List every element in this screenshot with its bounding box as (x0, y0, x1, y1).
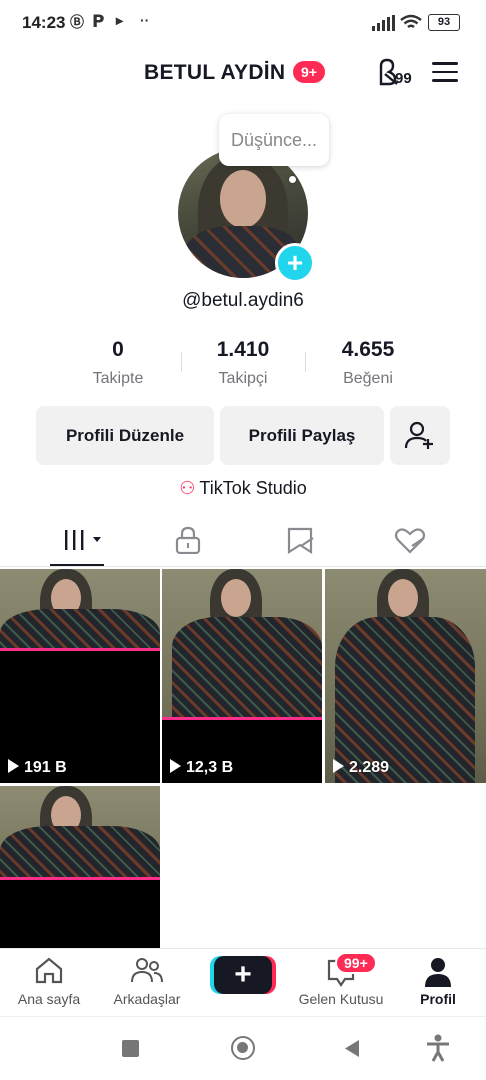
p-icon: 𝗣 (92, 12, 105, 31)
signal-icon (372, 15, 395, 31)
profile-handle: @betul.aydin6 (182, 290, 304, 311)
following-label[interactable]: Takipte (68, 370, 168, 388)
nav-friends-label: Arkadaşlar (113, 991, 181, 1007)
bookmark-hidden-icon (287, 527, 314, 555)
status-bar: 14:23 Ⓑ 𝗣 ▸ ·· 93 (0, 0, 486, 46)
followers-label[interactable]: Takipçi (193, 370, 293, 388)
create-button[interactable]: + (214, 956, 272, 994)
video-views: 12,3 B (170, 759, 233, 777)
tab-divider (0, 566, 486, 567)
home-icon (35, 957, 63, 984)
video-thumbnail[interactable]: 2.289 (325, 569, 486, 783)
menu-icon[interactable] (432, 62, 458, 82)
video-thumbnail[interactable] (0, 786, 160, 948)
tab-videos[interactable] (50, 526, 110, 556)
studio-icon: ⚇ (179, 478, 196, 498)
bubble-tail-dot (289, 176, 296, 183)
stat-divider (305, 352, 306, 372)
profile-username[interactable]: BETUL AYDİN (144, 61, 285, 85)
coin-label: 99 (395, 70, 412, 87)
inbox-badge: 99+ (335, 952, 377, 974)
video-thumbnail[interactable]: 12,3 B (162, 569, 322, 783)
video-views: 2.289 (333, 759, 389, 777)
notification-badge: 9+ (293, 61, 325, 83)
profile-icon (425, 958, 451, 987)
share-profile-button[interactable]: Profili Paylaş (220, 406, 384, 465)
nav-profile[interactable] (418, 956, 458, 990)
recents-icon[interactable] (122, 1040, 139, 1057)
add-story-button[interactable]: + (275, 243, 315, 283)
add-friend-button[interactable] (390, 406, 450, 465)
followers-count[interactable]: 1.410 (193, 338, 293, 362)
coin-icon[interactable]: 99 (375, 56, 417, 90)
nav-profile-label: Profil (420, 991, 456, 1007)
friends-icon (131, 958, 163, 983)
accessibility-icon[interactable] (425, 1034, 451, 1062)
video-views: 191 B (8, 759, 67, 777)
tiktok-studio-link[interactable]: ⚇ TikTok Studio (0, 478, 486, 499)
edit-profile-button[interactable]: Profili Düzenle (36, 406, 214, 465)
tab-private[interactable] (158, 526, 218, 556)
add-person-icon (404, 421, 433, 449)
nav-inbox-label: Gelen Kutusu (298, 991, 384, 1007)
status-time: 14:23 (22, 13, 66, 32)
thought-bubble[interactable]: Düşünce... (219, 114, 329, 166)
tab-liked[interactable] (380, 526, 440, 556)
video-thumbnail[interactable]: 191 B (0, 569, 160, 783)
nav-home-label: Ana sayfa (17, 991, 81, 1007)
lock-icon (175, 526, 201, 555)
home-circle-icon[interactable] (231, 1036, 255, 1060)
studio-label: TikTok Studio (199, 478, 307, 498)
heart-hidden-icon (394, 528, 426, 554)
back-icon[interactable] (343, 1039, 361, 1058)
grid-icon (65, 530, 101, 550)
tab-reposts[interactable] (270, 526, 330, 556)
more-notifications-icon: ·· (140, 12, 150, 28)
following-count[interactable]: 0 (68, 338, 168, 362)
play-store-icon: ▸ (116, 12, 124, 28)
battery-icon: 93 (428, 14, 460, 31)
system-nav-divider (0, 1016, 486, 1017)
wifi-icon (400, 14, 422, 29)
stat-divider (181, 352, 182, 372)
b-icon: Ⓑ (70, 14, 84, 30)
bottom-nav-divider (0, 948, 486, 949)
likes-label: Beğeni (343, 370, 393, 387)
likes-count: 4.655 (341, 338, 395, 361)
